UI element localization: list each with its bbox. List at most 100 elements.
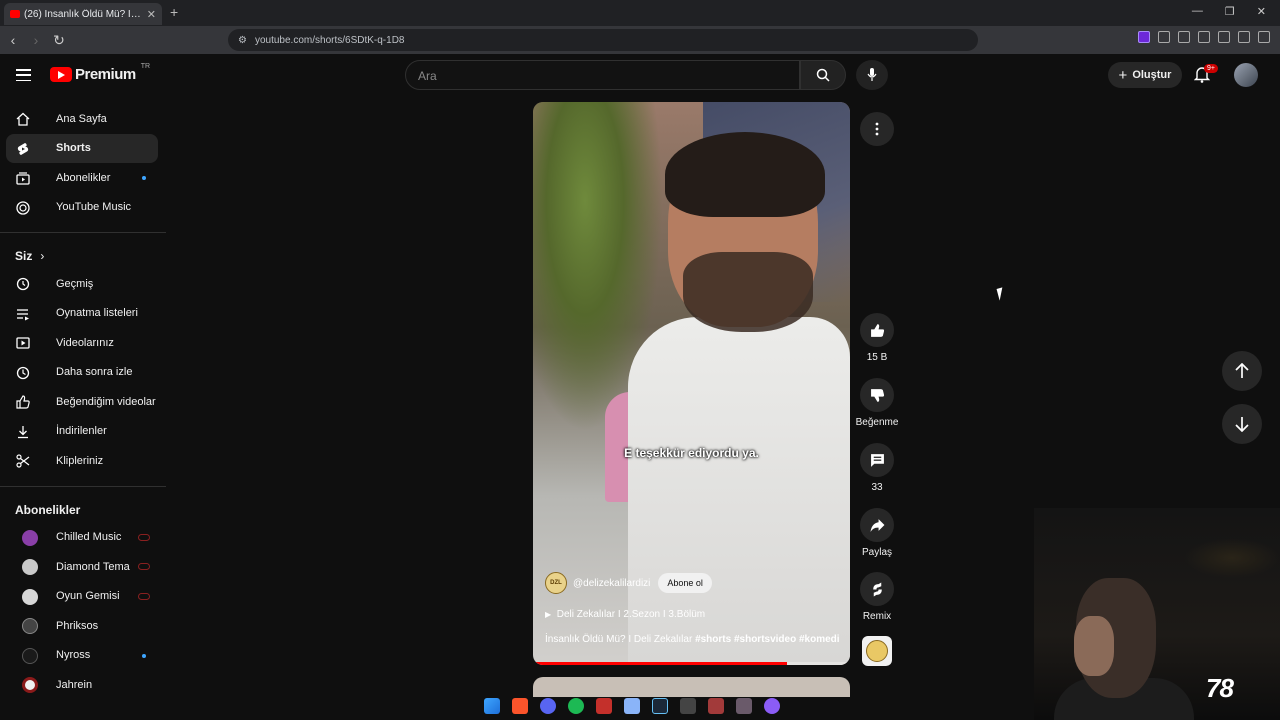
- webcam-overlay: [1034, 508, 1280, 720]
- video-progress-bar[interactable]: [533, 662, 850, 665]
- subscription-nyross[interactable]: Nyross: [6, 641, 158, 671]
- download-icon: [18, 425, 28, 438]
- subscription-oyun-gemisi[interactable]: Oyun Gemisi: [6, 582, 158, 612]
- subscriptions-icon: [16, 172, 30, 185]
- account-avatar[interactable]: [1234, 63, 1258, 87]
- menu-icon[interactable]: [1258, 31, 1270, 43]
- extension-icon[interactable]: [1138, 31, 1150, 43]
- hashtags[interactable]: #shorts #shortsvideo #komedi: [695, 634, 840, 645]
- previous-short-button[interactable]: [1222, 351, 1262, 391]
- sidebar-item-home[interactable]: Ana Sayfa: [6, 104, 158, 134]
- plus-icon: +: [1118, 66, 1128, 84]
- forward-icon[interactable]: ›: [26, 32, 46, 48]
- video-subtitle: E teşekkür ediyordu ya.: [624, 446, 759, 460]
- like-button[interactable]: [860, 313, 894, 347]
- dislike-button[interactable]: [860, 378, 894, 412]
- subscription-diamond-tema[interactable]: Diamond Tema: [6, 552, 158, 582]
- live-icon: [138, 592, 150, 600]
- subscription-jahrein[interactable]: Jahrein: [6, 670, 158, 700]
- hamburger-menu-icon[interactable]: [16, 69, 31, 81]
- close-tab-icon[interactable]: ✕: [147, 8, 156, 21]
- live-icon: [138, 563, 150, 570]
- comments-button[interactable]: [860, 443, 894, 477]
- channel-handle[interactable]: @delizekalilardizi: [573, 578, 650, 589]
- windows-start-icon[interactable]: [484, 698, 500, 714]
- short-video-player[interactable]: E teşekkür ediyordu ya. DZL @delizekalil…: [533, 102, 850, 665]
- series-link[interactable]: ▶ Deli Zekalılar I 2.Sezon I 3.Bölüm: [545, 609, 705, 620]
- playlists-icon: [17, 308, 29, 320]
- sidebar-item-shorts[interactable]: Shorts: [6, 133, 158, 163]
- youtube-premium-logo[interactable]: Premium TR: [50, 63, 150, 83]
- sidebar-item-playlists[interactable]: Oynatma listeleri: [6, 299, 158, 329]
- shield-icon[interactable]: [1238, 31, 1250, 43]
- app-icon[interactable]: [680, 698, 696, 714]
- app-icon[interactable]: [624, 698, 640, 714]
- channel-avatar: [22, 529, 38, 546]
- dislike-label: Beğenme: [855, 417, 899, 428]
- close-window-icon[interactable]: ✕: [1257, 5, 1266, 18]
- channel-avatar: [22, 677, 38, 693]
- wallet-icon[interactable]: [1178, 31, 1190, 43]
- chevron-right-icon: ›: [40, 249, 45, 263]
- comment-icon: [870, 453, 884, 467]
- sidebar-divider: [0, 232, 166, 233]
- restore-icon[interactable]: ❐: [1225, 5, 1235, 18]
- app-icon[interactable]: [736, 698, 752, 714]
- discord-icon[interactable]: [540, 698, 556, 714]
- new-tab-icon[interactable]: +: [170, 4, 178, 20]
- sidebar-item-youtube-music[interactable]: YouTube Music: [6, 193, 158, 223]
- sidebar: Ana Sayfa Shorts Abonelikler YouTube Mus…: [0, 104, 170, 700]
- puzzle-icon[interactable]: [1158, 31, 1170, 43]
- back-icon[interactable]: ‹: [3, 32, 23, 48]
- history-icon: [16, 277, 30, 291]
- sidebar-item-your-videos[interactable]: Videolarınız: [6, 328, 158, 358]
- sidebar-item-subscriptions[interactable]: Abonelikler: [6, 163, 158, 193]
- sidebar-you-heading[interactable]: Siz ›: [0, 243, 170, 269]
- spotify-icon[interactable]: [568, 698, 584, 714]
- sidebar-item-liked-videos[interactable]: Beğendiğim videolar: [6, 387, 158, 417]
- subscription-chilled-music[interactable]: Chilled Music: [6, 523, 158, 553]
- channel-avatar: [22, 588, 38, 605]
- sidebar-item-downloads[interactable]: İndirilenler: [6, 417, 158, 447]
- steam-icon[interactable]: [652, 698, 668, 714]
- minimize-icon[interactable]: —: [1192, 5, 1203, 18]
- search-button[interactable]: [800, 60, 846, 90]
- url-text: youtube.com/shorts/6SDtK-q-1D8: [254, 34, 405, 46]
- sidebar-item-clips[interactable]: Klipleriniz: [6, 446, 158, 476]
- url-field[interactable]: ⚙ youtube.com/shorts/6SDtK-q-1D8: [228, 29, 978, 51]
- new-content-dot: [142, 176, 146, 180]
- share-button[interactable]: [860, 508, 894, 542]
- app-icon[interactable]: [764, 698, 780, 714]
- sidebar-item-watch-later[interactable]: Daha sonra izle: [6, 358, 158, 388]
- channel-avatar: [22, 647, 38, 664]
- brave-browser-icon[interactable]: [512, 698, 528, 714]
- voice-search-button[interactable]: [856, 60, 888, 90]
- home-icon: [16, 112, 30, 126]
- subscribe-button[interactable]: Abone ol: [658, 573, 712, 593]
- remix-button[interactable]: [860, 572, 894, 606]
- channel-avatar[interactable]: DZL: [545, 572, 567, 594]
- search-input[interactable]: Ara: [405, 60, 800, 90]
- app-icon[interactable]: [708, 698, 724, 714]
- mouse-cursor-icon: [996, 287, 1006, 301]
- arrow-up-icon: [1235, 363, 1249, 378]
- site-info-icon[interactable]: ⚙: [238, 35, 247, 46]
- app-icon[interactable]: [596, 698, 612, 714]
- play-icon: ▶: [545, 610, 552, 619]
- mic-icon: [867, 68, 877, 81]
- watch-later-icon: [16, 366, 30, 379]
- thumbs-up-icon: [870, 323, 884, 337]
- next-short-button[interactable]: [1222, 404, 1262, 444]
- audio-source-thumbnail[interactable]: [862, 636, 892, 666]
- thumbs-down-icon: [870, 388, 884, 402]
- tab-title: (26) İnsanlık Öldü Mü? I Deli Zekalılar: [24, 8, 143, 20]
- sidebar-item-history[interactable]: Geçmiş: [6, 269, 158, 299]
- like-count: 15 B: [866, 352, 888, 363]
- browser-tab[interactable]: (26) İnsanlık Öldü Mü? I Deli Zekalılar …: [4, 3, 162, 25]
- media-icon[interactable]: [1218, 31, 1230, 43]
- reload-icon[interactable]: ↻: [49, 32, 69, 49]
- more-options-button[interactable]: [860, 112, 894, 146]
- download-icon[interactable]: [1198, 31, 1210, 43]
- create-button[interactable]: + Oluştur: [1108, 62, 1182, 88]
- subscription-phriksos[interactable]: Phriksos: [6, 611, 158, 641]
